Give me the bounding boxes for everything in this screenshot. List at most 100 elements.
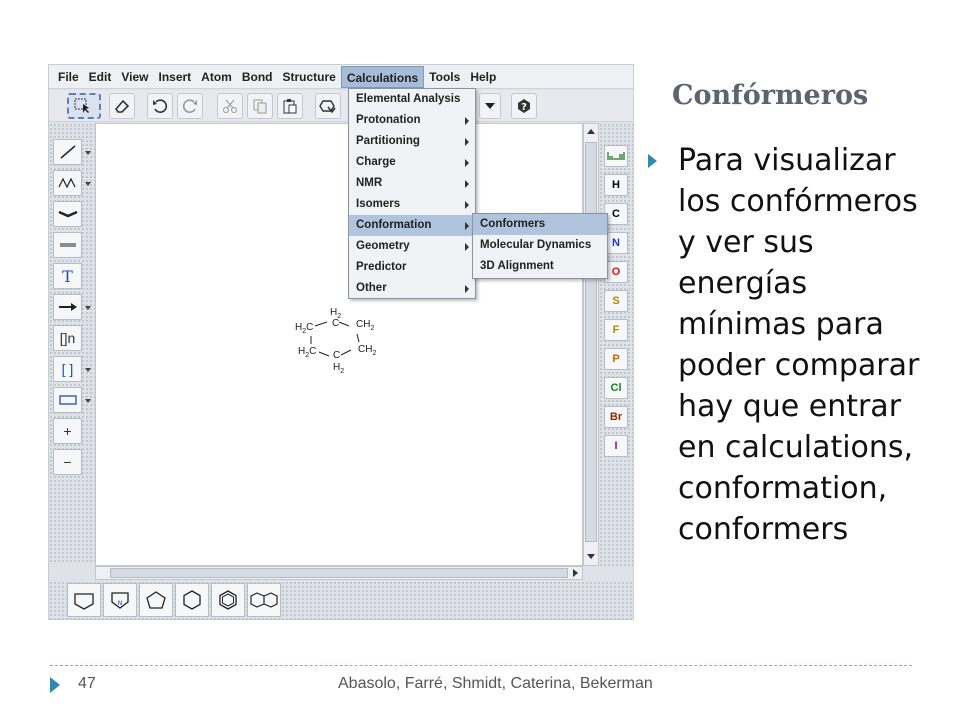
scroll-right-icon[interactable]	[573, 569, 578, 577]
atom-symbol: O	[611, 266, 621, 278]
menu-edit[interactable]: Edit	[84, 66, 117, 88]
bold-bond-icon	[57, 210, 78, 218]
menu-file[interactable]: File	[53, 66, 84, 88]
scroll-up-icon[interactable]	[587, 129, 595, 134]
single-bond-button[interactable]	[53, 139, 82, 165]
template-button-benzene[interactable]	[211, 583, 245, 617]
sgroup-bracket-icon: []n	[59, 330, 76, 346]
conformation-submenu: Conformers Molecular Dynamics 3D Alignme…	[472, 213, 608, 279]
positive-charge-button[interactable]: +	[53, 418, 82, 444]
template-button-cyclohexane[interactable]	[175, 583, 209, 617]
chevron-down-icon[interactable]	[85, 151, 91, 155]
menu-help[interactable]: Help	[465, 66, 501, 88]
cut-button[interactable]	[217, 93, 243, 119]
template-button-pyrrole[interactable]: N	[103, 583, 137, 617]
menu-insert[interactable]: Insert	[153, 66, 196, 88]
menu-tools[interactable]: Tools	[424, 66, 465, 88]
atom-button-p[interactable]: P	[604, 348, 628, 370]
eraser-button[interactable]	[109, 93, 135, 119]
bold-bond-button[interactable]	[53, 201, 82, 227]
eraser-icon	[114, 99, 130, 113]
copy-icon	[253, 99, 267, 114]
menu-bond[interactable]: Bond	[237, 66, 278, 88]
chevron-right-icon	[465, 201, 469, 209]
paste-button[interactable]	[277, 93, 303, 119]
naphthalene-icon	[250, 592, 278, 608]
atom-symbol: Br	[609, 411, 623, 423]
text-icon: T	[62, 266, 73, 286]
horizontal-scroll-thumb[interactable]	[110, 568, 568, 578]
atom-symbol: S	[612, 295, 620, 307]
text-tool-button[interactable]: T	[53, 263, 82, 289]
menu-item-predictor[interactable]: Predictor	[349, 257, 475, 278]
menu-calculations[interactable]: Calculations	[340, 65, 425, 88]
menu-item-molecular-dynamics[interactable]: Molecular Dynamics	[473, 235, 607, 256]
scroll-down-icon[interactable]	[587, 554, 595, 559]
atom-button-f[interactable]: F	[604, 319, 628, 341]
menu-atom[interactable]: Atom	[196, 66, 237, 88]
help-icon: ?	[518, 99, 530, 113]
atom-button-cl[interactable]: Cl	[604, 377, 628, 399]
menu-item-protonation[interactable]: Protonation	[349, 110, 475, 131]
zoom-dropdown-button[interactable]	[479, 93, 501, 119]
horizontal-scrollbar[interactable]	[95, 566, 583, 580]
bracket-button[interactable]: [ ]	[53, 356, 82, 382]
bullet-text: Para visualizar los confórmeros y ver su…	[678, 143, 920, 547]
menu-item-conformers[interactable]: Conformers	[473, 214, 607, 235]
template-button-cyclopentane[interactable]	[139, 583, 173, 617]
chevron-down-icon[interactable]	[85, 306, 91, 310]
chevron-right-icon	[465, 159, 469, 167]
chevron-down-icon[interactable]	[85, 399, 91, 403]
menu-item-elemental-analysis[interactable]: Elemental Analysis	[349, 89, 475, 110]
toolbar: ?	[49, 90, 633, 122]
atom-symbol: C	[612, 208, 620, 220]
redo-button[interactable]	[177, 93, 203, 119]
periodic-table-icon	[607, 152, 625, 160]
rectangle-button[interactable]	[53, 387, 82, 413]
menu-item-partitioning[interactable]: Partitioning	[349, 131, 475, 152]
atom-button-br[interactable]: Br	[604, 406, 628, 428]
chevron-right-icon	[465, 243, 469, 251]
vertical-scrollbar[interactable]	[583, 123, 599, 566]
chevron-down-icon[interactable]	[85, 368, 91, 372]
chevron-down-icon[interactable]	[85, 182, 91, 186]
chain-button[interactable]	[53, 170, 82, 196]
undo-button[interactable]	[147, 93, 173, 119]
menu-item-other[interactable]: Other	[349, 278, 475, 299]
help-button[interactable]: ?	[511, 93, 537, 119]
template-button-cyclohexane-chair[interactable]	[67, 583, 101, 617]
sgroup-bracket-button[interactable]: []n	[53, 325, 82, 351]
menu-item-nmr[interactable]: NMR	[349, 173, 475, 194]
template-button-naphthalene[interactable]	[247, 583, 281, 617]
hashed-bond-button[interactable]	[53, 232, 82, 258]
reaction-arrow-button[interactable]	[53, 294, 82, 320]
menu-item-geometry[interactable]: Geometry	[349, 236, 475, 257]
minus-icon: −	[63, 454, 72, 470]
vertical-scroll-thumb[interactable]	[585, 142, 597, 542]
bond-lines	[310, 321, 360, 357]
copy-button[interactable]	[247, 93, 273, 119]
arrow-icon	[58, 303, 77, 311]
drawing-canvas[interactable]: H2 C H2C CH2 H2C CH2 C H2	[95, 123, 583, 566]
select-tool-button[interactable]	[67, 93, 101, 119]
chevron-right-icon	[465, 117, 469, 125]
clean-icon	[319, 100, 336, 114]
negative-charge-button[interactable]: −	[53, 449, 82, 475]
menu-item-isomers[interactable]: Isomers	[349, 194, 475, 215]
menu-view[interactable]: View	[116, 66, 153, 88]
menu-item-charge[interactable]: Charge	[349, 152, 475, 173]
menu-item-conformation[interactable]: Conformation	[349, 215, 475, 236]
menu-structure[interactable]: Structure	[278, 66, 341, 88]
periodic-table-button[interactable]	[604, 145, 628, 167]
menu-item-3d-alignment[interactable]: 3D Alignment	[473, 256, 607, 277]
chevron-right-icon	[465, 285, 469, 293]
atom-symbol: P	[612, 353, 620, 365]
chevron-right-icon	[465, 180, 469, 188]
atom-button-i[interactable]: I	[604, 435, 628, 457]
cyclohexane-icon	[183, 590, 201, 610]
footer-divider	[50, 665, 912, 666]
atom-button-h[interactable]: H	[604, 174, 628, 196]
atom-button-s[interactable]: S	[604, 290, 628, 312]
clean-2d-button[interactable]	[315, 93, 341, 119]
rectangle-icon	[58, 395, 77, 405]
